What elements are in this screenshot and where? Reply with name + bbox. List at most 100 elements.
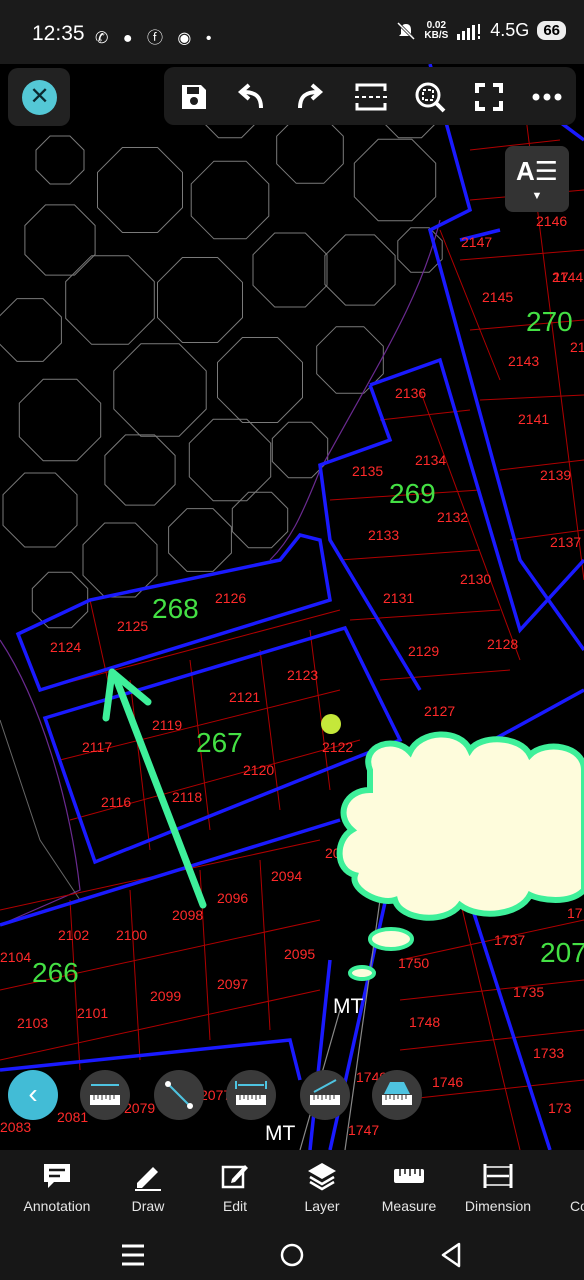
menu-measure[interactable]: Measure bbox=[366, 1158, 452, 1214]
parcel-label: 2131 bbox=[383, 590, 414, 606]
width-ruler-button[interactable] bbox=[226, 1070, 276, 1120]
parcel-label: 1735 bbox=[513, 984, 544, 1000]
parcel-label: 2139 bbox=[540, 467, 571, 483]
more-button[interactable] bbox=[527, 77, 567, 117]
menu-label: Co bbox=[570, 1198, 584, 1214]
parcel-label: 2145 bbox=[482, 289, 513, 305]
map-drawing: 2150214621472144214521432136214121342135… bbox=[0, 64, 584, 1150]
save-icon bbox=[182, 85, 206, 109]
parcel-label: 1750 bbox=[398, 955, 429, 971]
parcel-label: 17 bbox=[553, 269, 569, 285]
menu-dimension[interactable]: Dimension bbox=[455, 1158, 541, 1214]
menu-edit[interactable]: Edit bbox=[192, 1158, 278, 1214]
undo-button[interactable] bbox=[231, 77, 271, 117]
parcel-label: 2136 bbox=[395, 385, 426, 401]
distance-ruler-button[interactable] bbox=[80, 1070, 130, 1120]
parcel-label: 2129 bbox=[408, 643, 439, 659]
redo-icon bbox=[298, 83, 324, 109]
edit-icon bbox=[221, 1165, 248, 1189]
more-icon bbox=[532, 93, 562, 101]
network-type: 4.5G bbox=[490, 20, 530, 40]
parcel-label: 173 bbox=[548, 1100, 572, 1116]
angle-ruler-icon bbox=[310, 1079, 340, 1105]
close-button[interactable]: ✕ bbox=[8, 68, 70, 126]
mt-marker-label: MT bbox=[333, 995, 363, 1018]
zoom-fit-icon bbox=[415, 82, 446, 113]
block-label: 270 bbox=[526, 306, 573, 337]
mute-bell-icon bbox=[397, 21, 416, 40]
parcel-label: 2097 bbox=[217, 976, 248, 992]
color-wheel-icon bbox=[568, 1161, 584, 1191]
collapse-tools-button[interactable]: ‹ bbox=[8, 1070, 58, 1120]
menu-label: Measure bbox=[381, 1198, 437, 1214]
status-bar: 12:35 ✆ ● ⓕ ◉ • 0.02 KB/S 4.5G 66 bbox=[0, 0, 584, 64]
menu-icon[interactable] bbox=[116, 1238, 150, 1272]
parcel-label: 2101 bbox=[77, 1005, 108, 1021]
select-area-button[interactable] bbox=[351, 77, 391, 117]
area-ruler-icon bbox=[382, 1082, 412, 1105]
parcel-label: 2130 bbox=[460, 571, 491, 587]
line-tool-button[interactable] bbox=[154, 1070, 204, 1120]
menu-color[interactable]: Co bbox=[540, 1158, 584, 1214]
parcel-label: 2134 bbox=[415, 452, 446, 468]
parcel-label: 2095 bbox=[284, 946, 315, 962]
menu-annotation[interactable]: Annotation bbox=[14, 1158, 100, 1214]
menu-label: Edit bbox=[222, 1198, 248, 1214]
net-speed: 0.02 KB/S bbox=[424, 20, 449, 41]
fullscreen-icon bbox=[475, 83, 503, 111]
parcel-label: 2133 bbox=[368, 527, 399, 543]
parcel-label: 2126 bbox=[215, 590, 246, 606]
back-icon[interactable] bbox=[434, 1238, 468, 1272]
parcel-label: 2098 bbox=[172, 907, 203, 923]
parcel-label: 2094 bbox=[271, 868, 302, 884]
parcel-label: 2103 bbox=[17, 1015, 48, 1031]
parcel-label: 2141 bbox=[518, 411, 549, 427]
home-icon[interactable] bbox=[275, 1238, 309, 1272]
chevron-left-icon: ‹ bbox=[28, 1078, 38, 1109]
parcel-label: 2099 bbox=[150, 988, 181, 1004]
menu-draw[interactable]: Draw bbox=[105, 1158, 191, 1214]
parcel-label: 1747 bbox=[348, 1122, 379, 1138]
text-style-button[interactable]: A☰ ▼ bbox=[505, 146, 569, 212]
menu-label: Draw bbox=[131, 1198, 165, 1214]
dimension-icon bbox=[483, 1164, 513, 1188]
zoom-fit-button[interactable] bbox=[410, 77, 450, 117]
parcel-label: 2146 bbox=[536, 213, 567, 229]
parcel-label: 2116 bbox=[101, 794, 131, 810]
line-tool-icon bbox=[165, 1081, 193, 1109]
speed-unit: KB/S bbox=[424, 29, 449, 41]
block-label: 207 bbox=[540, 937, 584, 968]
system-nav-bar bbox=[0, 1230, 584, 1280]
menu-label: Dimension bbox=[464, 1198, 532, 1214]
parcel-label: 2104 bbox=[0, 949, 31, 965]
save-button[interactable] bbox=[174, 77, 214, 117]
undo-icon bbox=[237, 83, 263, 109]
position-marker[interactable] bbox=[321, 714, 341, 734]
block-label: 266 bbox=[32, 957, 79, 988]
parcel-label: 2117 bbox=[82, 739, 112, 755]
angle-ruler-button[interactable] bbox=[300, 1070, 350, 1120]
distance-ruler-icon bbox=[90, 1084, 120, 1105]
width-ruler-icon bbox=[235, 1081, 267, 1105]
parcel-label: 2119 bbox=[152, 717, 182, 733]
parcel-label: 2096 bbox=[217, 890, 248, 906]
fullscreen-button[interactable] bbox=[469, 77, 509, 117]
parcel-label: 2135 bbox=[352, 463, 383, 479]
parcel-label: 2147 bbox=[461, 234, 492, 250]
parcel-label: 2102 bbox=[58, 927, 89, 943]
parcel-label: 2127 bbox=[424, 703, 455, 719]
status-right: 0.02 KB/S 4.5G 66 bbox=[396, 20, 566, 41]
area-ruler-button[interactable] bbox=[372, 1070, 422, 1120]
text-style-icon: A☰ bbox=[515, 156, 559, 186]
parcel-label: 1748 bbox=[409, 1014, 440, 1030]
parcel-label: 2100 bbox=[116, 927, 147, 943]
redo-button[interactable] bbox=[290, 77, 330, 117]
parcel-label: 2083 bbox=[0, 1119, 31, 1135]
parcel-label: 21 bbox=[570, 339, 584, 355]
map-canvas[interactable]: 2150214621472144214521432136214121342135… bbox=[0, 64, 584, 1150]
ruler-icon bbox=[394, 1169, 424, 1183]
parcel-label: 2121 bbox=[229, 689, 260, 705]
menu-layer[interactable]: Layer bbox=[279, 1158, 365, 1214]
parcel-label: 1733 bbox=[533, 1045, 564, 1061]
parcel-label: 2120 bbox=[243, 762, 274, 778]
